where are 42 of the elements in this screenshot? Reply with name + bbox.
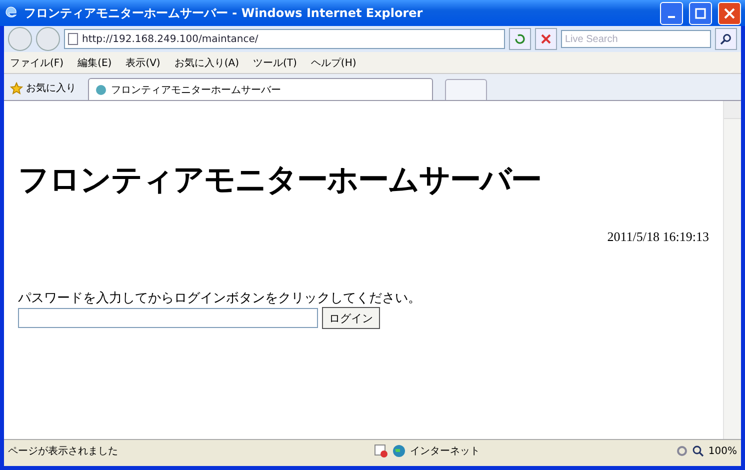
login-button[interactable]: ログイン [322, 307, 380, 329]
minimize-icon [668, 16, 675, 18]
address-field[interactable]: http://192.168.249.100/maintance/ [64, 29, 505, 49]
search-button[interactable] [715, 28, 737, 50]
instruction-text: パスワードを入力してからログインボタンをクリックしてください。 [18, 290, 422, 307]
zoom-icon [692, 445, 704, 457]
new-tab-button[interactable] [445, 79, 487, 100]
maximize-icon [695, 8, 706, 18]
browser-logo-icon [4, 6, 18, 20]
maximize-button[interactable] [689, 2, 712, 24]
scrollbar[interactable] [723, 101, 741, 439]
close-button[interactable] [718, 2, 741, 24]
favorites-button[interactable]: お気に入り [10, 76, 76, 100]
page-icon [68, 33, 78, 45]
close-icon [541, 34, 551, 44]
menu-item[interactable]: ツール(T) [253, 56, 297, 70]
refresh-icon [514, 33, 526, 45]
back-button[interactable] [8, 27, 32, 51]
minimize-button[interactable] [660, 2, 683, 24]
menu-item[interactable]: お気に入り(A) [174, 56, 239, 70]
menu-item[interactable]: 編集(E) [78, 56, 112, 70]
browser-logo-icon [95, 84, 107, 96]
window-title: フロンティアモニターホームサーバー - Windows Internet Explorer [24, 4, 424, 22]
browser-tab[interactable]: フロンティアモニターホームサーバー [88, 78, 433, 100]
status-message: ページが表示されました [8, 444, 119, 458]
star-icon [10, 82, 23, 94]
menu-item[interactable]: ヘルプ(H) [310, 56, 356, 70]
page-heading: フロンティアモニターホームサーバー [18, 161, 542, 200]
blocked-icon [374, 444, 388, 458]
close-icon [724, 8, 735, 18]
refresh-button[interactable] [509, 28, 531, 50]
zoom-level[interactable]: 100% [708, 446, 737, 456]
menu-item[interactable]: 表示(V) [126, 56, 160, 70]
security-zone: インターネット [410, 445, 480, 458]
password-field[interactable] [18, 308, 318, 328]
forward-button[interactable] [36, 27, 60, 51]
globe-icon [392, 444, 406, 458]
search-field[interactable]: Live Search [561, 30, 711, 48]
timestamp: 2011/5/18 16:19:13 [606, 229, 709, 245]
search-icon [720, 33, 732, 45]
menu-item[interactable]: ファイル(F) [10, 56, 64, 70]
stop-button[interactable] [535, 28, 557, 50]
